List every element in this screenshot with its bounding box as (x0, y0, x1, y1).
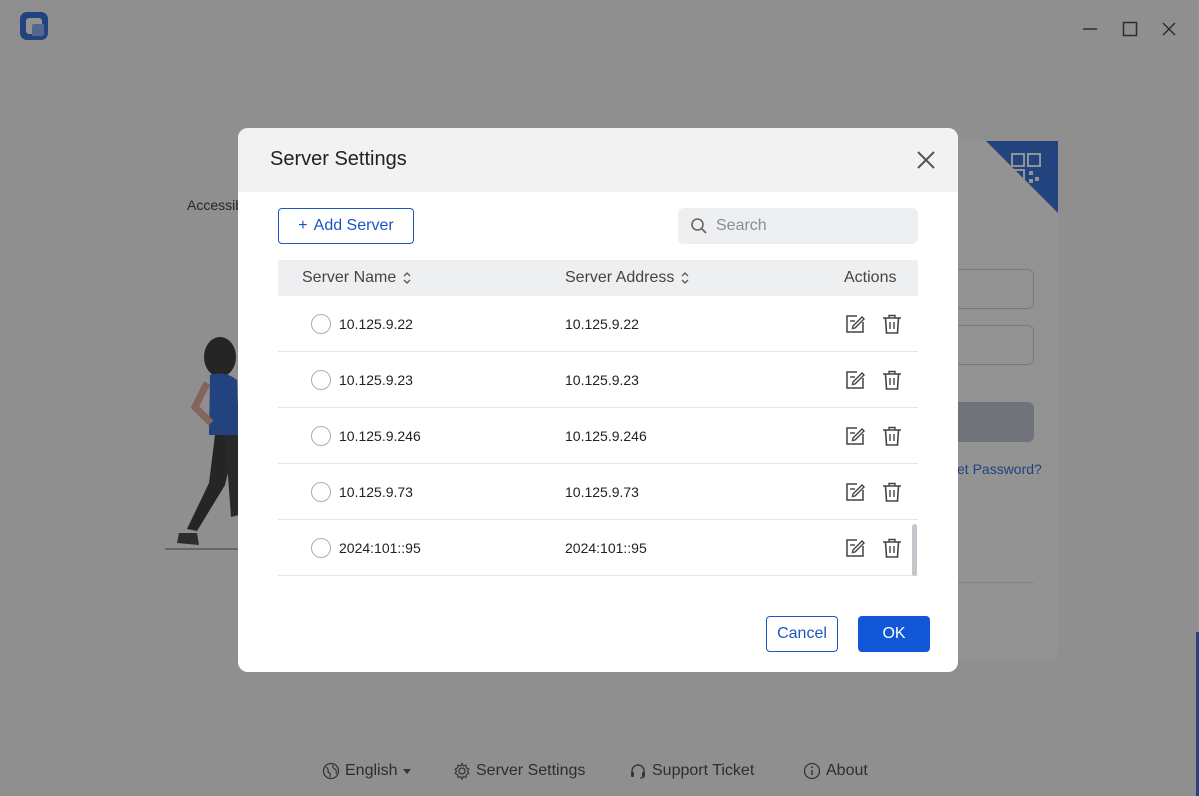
server-name-cell: 10.125.9.23 (339, 372, 413, 388)
dialog-title: Server Settings (270, 148, 407, 170)
trash-icon[interactable] (881, 313, 903, 335)
trash-icon[interactable] (881, 481, 903, 503)
column-server-name-label: Server Name (302, 269, 397, 286)
server-settings-dialog: Server Settings + Add Server Server Name… (238, 128, 958, 672)
table-scrollbar[interactable] (912, 524, 917, 576)
search-input[interactable] (716, 217, 906, 235)
server-address-cell: 10.125.9.23 (565, 372, 639, 388)
ok-button[interactable]: OK (858, 616, 930, 652)
column-server-address-label: Server Address (565, 269, 675, 286)
column-actions: Actions (844, 269, 897, 286)
server-name-cell: 10.125.9.73 (339, 484, 413, 500)
server-name-cell: 10.125.9.22 (339, 316, 413, 332)
search-icon (691, 218, 707, 234)
trash-icon[interactable] (881, 369, 903, 391)
edit-icon[interactable] (844, 313, 866, 335)
server-address-cell: 10.125.9.22 (565, 316, 639, 332)
server-address-cell: 10.125.9.73 (565, 484, 639, 500)
server-name-cell: 2024:101::95 (339, 540, 421, 556)
add-server-label: Add Server (313, 217, 394, 234)
row-radio[interactable] (311, 538, 331, 558)
close-icon (917, 151, 935, 169)
row-radio[interactable] (311, 426, 331, 446)
table-header: Server Name Server Address Actions (278, 260, 918, 296)
row-radio[interactable] (311, 314, 331, 334)
table-row[interactable]: 2024:101::95 2024:101::95 (278, 520, 918, 576)
trash-icon[interactable] (881, 537, 903, 559)
server-address-cell: 10.125.9.246 (565, 428, 647, 444)
dialog-header: Server Settings (238, 128, 958, 192)
cancel-button[interactable]: Cancel (766, 616, 838, 652)
table-row[interactable]: 10.125.9.73 10.125.9.73 (278, 464, 918, 520)
server-address-cell: 2024:101::95 (565, 540, 647, 556)
table-row[interactable]: 10.125.9.22 10.125.9.22 (278, 296, 918, 352)
sort-icon (681, 272, 689, 284)
table-row[interactable]: 10.125.9.23 10.125.9.23 (278, 352, 918, 408)
row-radio[interactable] (311, 370, 331, 390)
add-server-button[interactable]: + Add Server (278, 208, 414, 244)
edit-icon[interactable] (844, 481, 866, 503)
search-box[interactable] (678, 208, 918, 244)
edit-icon[interactable] (844, 369, 866, 391)
column-server-name[interactable]: Server Name (302, 269, 412, 287)
trash-icon[interactable] (881, 425, 903, 447)
edit-icon[interactable] (844, 537, 866, 559)
table-row[interactable]: 10.125.9.246 10.125.9.246 (278, 408, 918, 464)
plus-icon: + (298, 217, 308, 234)
row-radio[interactable] (311, 482, 331, 502)
dialog-close-button[interactable] (914, 148, 938, 172)
server-table-body: 10.125.9.22 10.125.9.22 10.125.9.23 10.1… (278, 296, 918, 576)
sort-icon (403, 272, 411, 284)
edit-icon[interactable] (844, 425, 866, 447)
server-name-cell: 10.125.9.246 (339, 428, 421, 444)
column-server-address[interactable]: Server Address (565, 269, 690, 287)
